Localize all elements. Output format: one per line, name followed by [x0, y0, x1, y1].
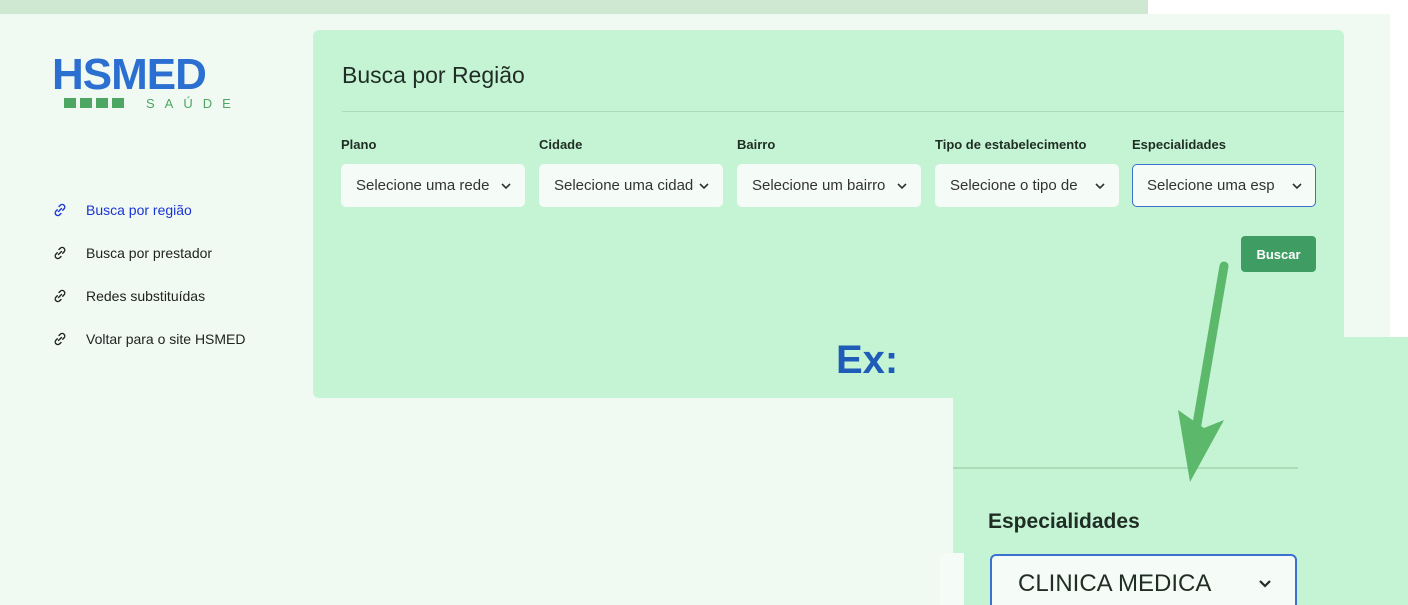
divider — [953, 467, 1298, 469]
ghost-panel-edge — [940, 553, 964, 605]
chevron-down-icon — [897, 182, 907, 189]
sidebar-item-redes-substituidas[interactable]: Redes substituídas — [52, 286, 246, 306]
example-label: Ex: — [836, 338, 899, 382]
link-icon — [52, 245, 68, 261]
sidebar-nav: Busca por região Busca por prestador Red… — [52, 200, 246, 372]
page-title: Busca por Região — [342, 62, 525, 88]
bairro-select[interactable]: Selecione um bairro — [737, 164, 921, 207]
logo-subtitle: SAÚDE — [146, 96, 241, 111]
field-label: Plano — [341, 137, 377, 152]
cidade-select[interactable]: Selecione uma cidade — [539, 164, 723, 207]
select-value: Selecione uma rede — [356, 177, 490, 194]
tipo-estabelecimento-select[interactable]: Selecione o tipo de — [935, 164, 1119, 207]
inset-field-label: Especialidades — [988, 510, 1140, 533]
chevron-down-icon — [501, 182, 511, 189]
sidebar-item-busca-por-prestador[interactable]: Busca por prestador — [52, 243, 246, 263]
chevron-down-icon — [1259, 580, 1271, 588]
chevron-down-icon — [1292, 182, 1302, 189]
field-plano: Plano Selecione uma rede — [341, 137, 525, 207]
select-value: Selecione um bairro — [752, 177, 886, 194]
select-value: CLINICA MEDICA — [1018, 570, 1212, 597]
field-label: Tipo de estabelecimento — [935, 137, 1087, 152]
divider — [342, 111, 1344, 112]
field-bairro: Bairro Selecione um bairro — [737, 137, 921, 207]
sidebar-item-busca-por-regiao[interactable]: Busca por região — [52, 200, 246, 220]
select-value: Selecione o tipo de — [950, 177, 1078, 194]
arrow-down-icon — [1178, 261, 1229, 482]
link-icon — [52, 288, 68, 304]
logo-bars — [64, 98, 124, 108]
sidebar-item-label: Redes substituídas — [86, 288, 206, 304]
link-icon — [52, 331, 68, 347]
inset-especialidades-select[interactable]: CLINICA MEDICA — [990, 554, 1297, 605]
sidebar-item-voltar-site[interactable]: Voltar para o site HSMED — [52, 329, 246, 349]
field-cidade: Cidade Selecione uma cidade — [539, 137, 723, 207]
buscar-button[interactable]: Buscar — [1241, 236, 1316, 272]
field-label: Bairro — [737, 137, 776, 152]
especialidades-select[interactable]: Selecione uma esp — [1132, 164, 1316, 207]
sidebar-item-label: Voltar para o site HSMED — [86, 331, 246, 347]
field-tipo-estabelecimento: Tipo de estabelecimento Selecione o tipo… — [935, 137, 1119, 207]
sidebar-item-label: Busca por região — [86, 202, 192, 218]
plano-select[interactable]: Selecione uma rede — [341, 164, 525, 207]
select-value: Selecione uma esp — [1147, 177, 1275, 194]
select-value: Selecione uma cidade — [554, 177, 694, 194]
chevron-down-icon — [1095, 182, 1105, 189]
field-label: Cidade — [539, 137, 583, 152]
white-strip — [1390, 14, 1408, 337]
field-especialidades: Especialidades Selecione uma esp — [1132, 137, 1316, 207]
chevron-down-icon — [699, 182, 709, 189]
field-label: Especialidades — [1132, 137, 1226, 152]
link-icon — [52, 202, 68, 218]
logo-wordmark: HSMED — [52, 50, 207, 99]
sidebar-item-label: Busca por prestador — [86, 245, 213, 261]
hsmed-logo[interactable]: HSMED SAÚDE — [52, 50, 252, 112]
